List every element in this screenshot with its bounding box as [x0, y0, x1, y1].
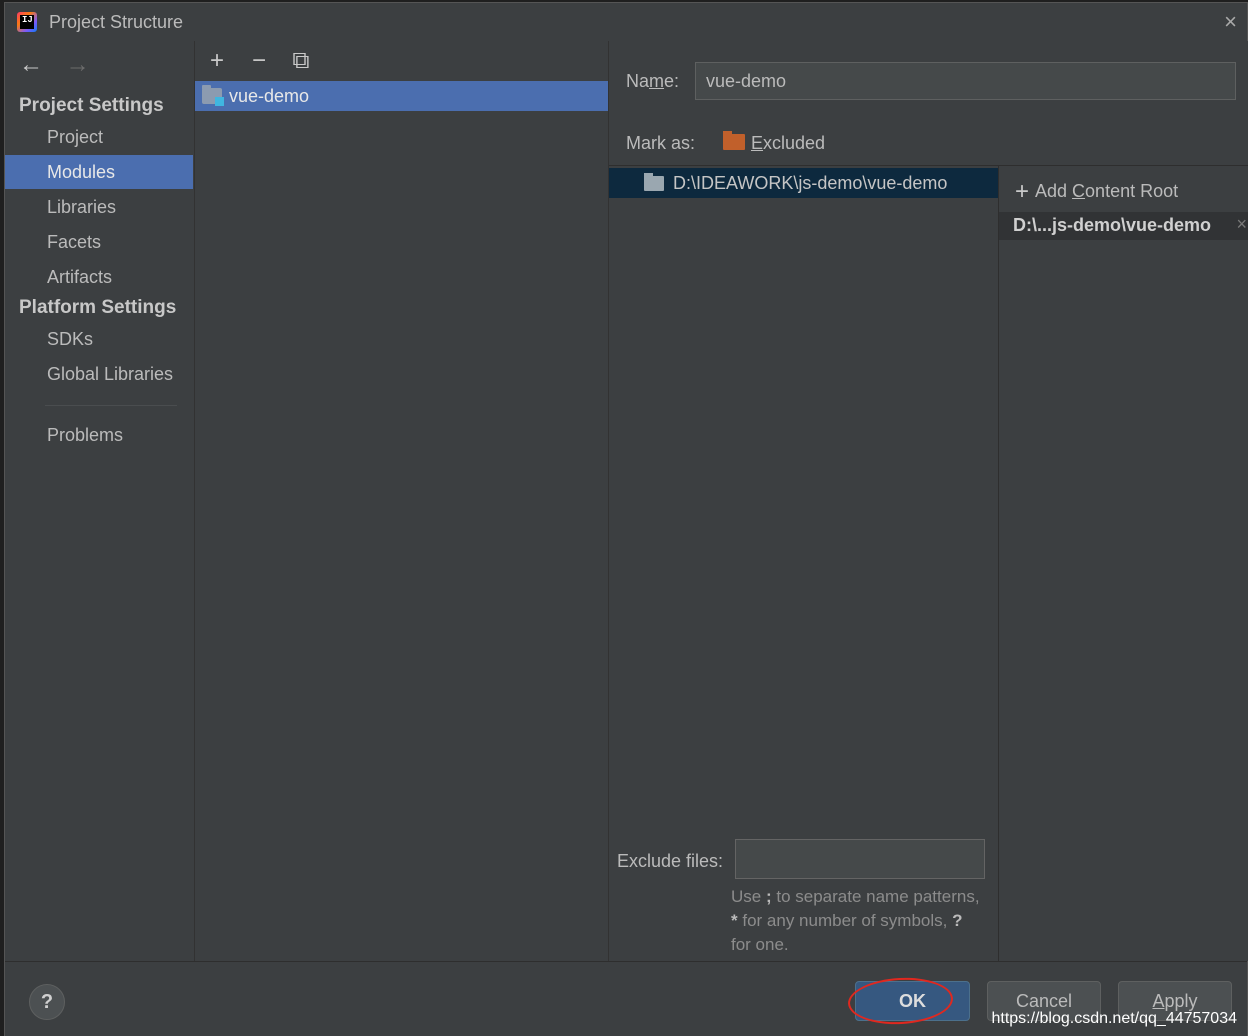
settings-sidebar: ← → Project Settings Project Modules Lib…	[5, 41, 193, 961]
close-icon[interactable]: ×	[1224, 9, 1237, 35]
module-details-pane: Name: vue-demo Mark as: Excluded D:\IDEA…	[608, 41, 1248, 961]
hint-text: for one.	[731, 935, 789, 954]
sidebar-item-facets[interactable]: Facets	[5, 225, 193, 259]
apply-label: pply	[1164, 991, 1198, 1011]
sidebar-item-project[interactable]: Project	[5, 120, 193, 154]
forward-arrow-icon[interactable]: →	[66, 51, 106, 79]
add-root-label: ontent Root	[1085, 181, 1179, 201]
ok-button[interactable]: OK	[855, 981, 970, 1021]
intellij-app-icon: IJ	[17, 12, 37, 32]
exclude-files-input[interactable]	[735, 839, 985, 879]
copy-module-icon[interactable]: ⧉	[289, 47, 313, 75]
exclude-files-label: Exclude files:	[617, 851, 724, 871]
sidebar-item-libraries[interactable]: Libraries	[5, 190, 193, 224]
sidebar-item-modules[interactable]: Modules	[5, 155, 193, 189]
name-label: Name:	[626, 71, 679, 92]
add-content-root-button[interactable]: + Add Content Root	[1015, 178, 1178, 206]
excluded-label: xcluded	[763, 133, 826, 153]
sidebar-item-global-libraries[interactable]: Global Libraries	[5, 357, 193, 391]
sidebar-divider	[45, 405, 177, 406]
modules-toolbar: + − ⧉	[205, 47, 313, 75]
module-label: vue-demo	[229, 86, 310, 106]
exclude-files-hint: Use ; to separate name patterns, * for a…	[731, 885, 981, 957]
window-title: Project Structure	[49, 12, 184, 32]
hint-text: for any number of symbols,	[737, 911, 953, 930]
hint-symbol: ?	[952, 911, 963, 930]
modules-pane: + − ⧉ vue-demo	[194, 41, 608, 961]
add-root-label: Add	[1035, 181, 1073, 201]
name-label-part: Na	[626, 71, 650, 91]
module-item-vue-demo[interactable]: vue-demo	[195, 81, 608, 111]
sidebar-item-problems[interactable]: Problems	[5, 418, 193, 452]
sidebar-item-sdks[interactable]: SDKs	[5, 322, 193, 356]
platform-settings-heading: Platform Settings	[19, 297, 177, 318]
mark-excluded-button[interactable]: Excluded	[723, 131, 826, 154]
tree-path-label: D:\IDEAWORK\js-demo\vue-demo	[673, 173, 948, 193]
back-arrow-icon[interactable]: ←	[19, 51, 59, 79]
excluded-mnemonic: E	[751, 133, 764, 153]
help-icon[interactable]: ?	[29, 984, 65, 1020]
nav-arrows: ← →	[19, 51, 106, 79]
watermark-text: https://blog.csdn.net/qq_44757034	[991, 1010, 1237, 1027]
plus-icon: +	[1015, 178, 1030, 205]
hint-text: to separate name patterns,	[771, 887, 980, 906]
project-settings-heading: Project Settings	[19, 95, 164, 116]
tree-row-root[interactable]: D:\IDEAWORK\js-demo\vue-demo	[609, 168, 998, 198]
sidebar-item-artifacts[interactable]: Artifacts	[5, 260, 193, 294]
excluded-folder-icon	[723, 131, 745, 150]
remove-module-icon[interactable]: −	[247, 47, 271, 75]
apply-mnemonic: A	[1152, 991, 1165, 1011]
hint-text: Use	[731, 887, 766, 906]
module-name-input[interactable]: vue-demo	[695, 62, 1236, 100]
folder-icon	[644, 173, 664, 191]
content-root-label: D:\...js-demo\vue-demo	[1013, 215, 1212, 235]
project-structure-dialog: IJ Project Structure × ← → Project Setti…	[4, 2, 1248, 1036]
content-roots-pane: + Add Content Root D:\...js-demo\vue-demo…	[998, 165, 1248, 961]
title-bar: IJ Project Structure ×	[5, 3, 1247, 41]
name-label-part: e:	[664, 71, 680, 91]
content-root-entry[interactable]: D:\...js-demo\vue-demo ×	[999, 212, 1248, 240]
add-module-icon[interactable]: +	[205, 47, 229, 75]
hint-symbol: *	[731, 911, 738, 930]
name-label-mnemonic: m	[649, 71, 665, 91]
module-folder-icon	[202, 85, 224, 106]
dialog-footer: ? OK Cancel Apply https://blog.csdn.net/…	[5, 961, 1247, 1036]
add-root-mnemonic: C	[1072, 181, 1086, 201]
remove-root-icon[interactable]: ×	[1236, 214, 1247, 235]
mark-as-label: Mark as:	[626, 133, 696, 153]
